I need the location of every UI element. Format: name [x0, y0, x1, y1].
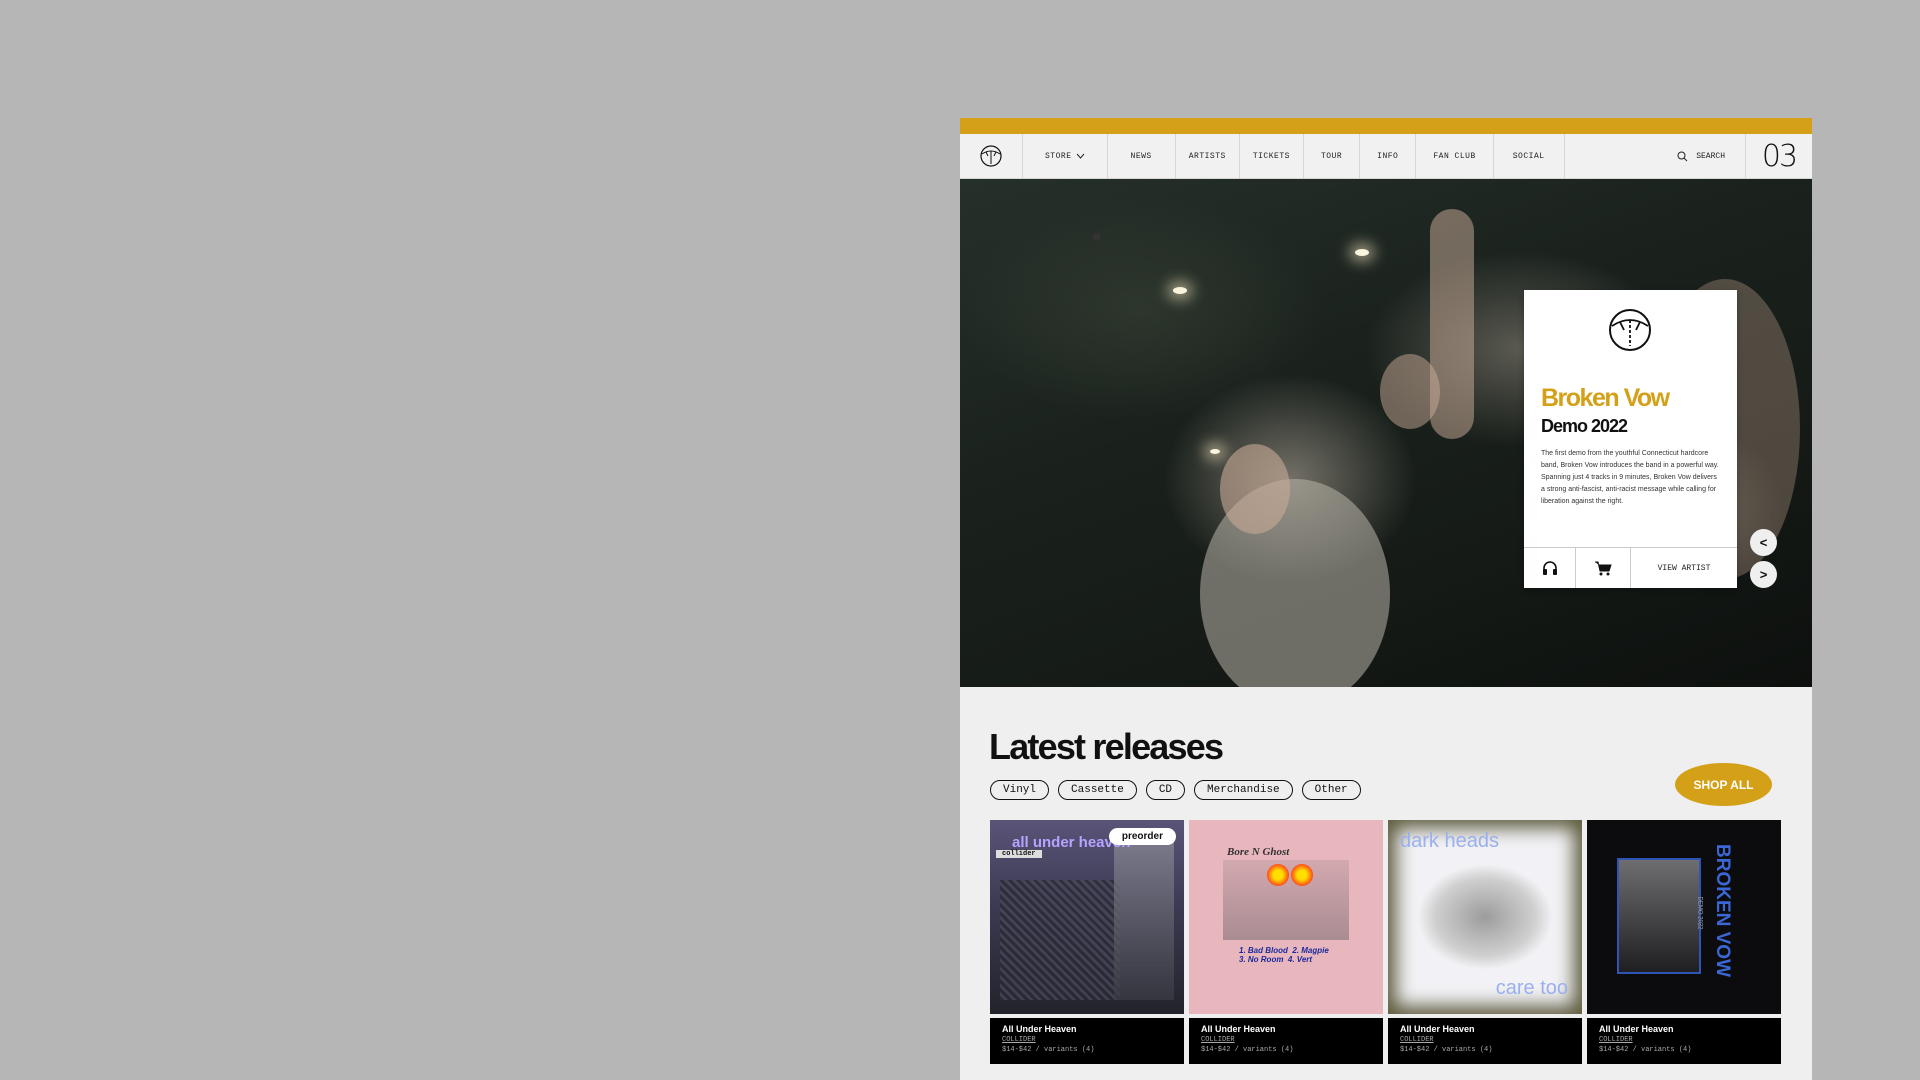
- ceiling-light: [1210, 449, 1220, 454]
- product-info: All Under Heaven COLLIDER $14-$42 / vari…: [990, 1018, 1184, 1064]
- hero-prev-button[interactable]: <: [1750, 529, 1777, 556]
- filter-merchandise[interactable]: Merchandise: [1194, 780, 1293, 800]
- releases-title: Latest releases: [989, 726, 1224, 767]
- product-card[interactable]: Bore N Ghost 1. Bad Blood 2. Magpie 3. N…: [1189, 820, 1383, 1064]
- hero-banner: Broken Vow Demo 2022 The first demo from…: [960, 179, 1812, 687]
- album-cover[interactable]: BROKEN VOW DEMO 2022: [1587, 820, 1781, 1014]
- product-info: All Under Heaven COLLIDER $14-$42 / vari…: [1388, 1018, 1582, 1064]
- product-title: All Under Heaven: [1599, 1024, 1674, 1034]
- product-label[interactable]: COLLIDER: [1201, 1036, 1371, 1044]
- featured-album: Demo 2022: [1541, 416, 1628, 436]
- search-icon: [1677, 151, 1688, 161]
- ceiling-light: [1093, 233, 1101, 241]
- cover-subtitle: collider: [996, 850, 1042, 858]
- page-number: 03: [1745, 134, 1812, 178]
- top-nav: STORE NEWS ARTISTS TICKETS TOUR INFO FAN…: [960, 134, 1812, 179]
- add-to-cart-button[interactable]: [1576, 548, 1631, 588]
- nav-fan-club[interactable]: FAN CLUB: [1416, 134, 1494, 178]
- cover-title: BROKEN VOW: [1712, 844, 1733, 977]
- product-title: All Under Heaven: [1002, 1024, 1077, 1034]
- product-price: $14-$42 / variants (4): [1002, 1046, 1095, 1054]
- store-page: STORE NEWS ARTISTS TICKETS TOUR INFO FAN…: [960, 118, 1812, 1080]
- cover-title: Bore N Ghost: [1227, 846, 1290, 858]
- nav-store-label: STORE: [1045, 151, 1072, 161]
- product-card[interactable]: dark heads care too All Under Heaven COL…: [1388, 820, 1582, 1064]
- product-grid: all under heaven collider preorder All U…: [990, 820, 1781, 1064]
- search-button[interactable]: SEARCH: [1657, 134, 1745, 178]
- product-info: All Under Heaven COLLIDER $14-$42 / vari…: [1587, 1018, 1781, 1064]
- site-logo[interactable]: [960, 134, 1023, 178]
- view-artist-button[interactable]: VIEW ARTIST: [1631, 548, 1737, 588]
- nav-news[interactable]: NEWS: [1108, 134, 1176, 178]
- shop-all-button[interactable]: SHOP ALL: [1675, 763, 1772, 806]
- ceiling-light: [1173, 287, 1187, 294]
- nav-tour[interactable]: TOUR: [1304, 134, 1361, 178]
- album-cover[interactable]: dark heads care too: [1388, 820, 1582, 1014]
- product-label[interactable]: COLLIDER: [1599, 1036, 1769, 1044]
- accent-bar: [960, 118, 1812, 134]
- flame-icon: [1267, 864, 1289, 886]
- product-info: All Under Heaven COLLIDER $14-$42 / vari…: [1189, 1018, 1383, 1064]
- nav-tickets[interactable]: TICKETS: [1240, 134, 1304, 178]
- featured-release-card: Broken Vow Demo 2022 The first demo from…: [1524, 290, 1737, 588]
- filter-vinyl[interactable]: Vinyl: [990, 780, 1050, 800]
- cover-subtitle: DEMO 2022: [1696, 896, 1703, 930]
- album-cover[interactable]: all under heaven collider preorder: [990, 820, 1184, 1014]
- product-price: $14-$42 / variants (4): [1599, 1046, 1692, 1054]
- crowd-figure: [1220, 444, 1290, 534]
- nav-store[interactable]: STORE: [1023, 134, 1108, 178]
- cover-subtitle: care too: [1495, 977, 1568, 999]
- logo-icon: [1609, 309, 1651, 351]
- filter-other[interactable]: Other: [1301, 780, 1361, 800]
- crowd-figure: [1430, 209, 1474, 439]
- product-price: $14-$42 / variants (4): [1201, 1046, 1294, 1054]
- listen-button[interactable]: [1524, 548, 1576, 588]
- product-card[interactable]: all under heaven collider preorder All U…: [990, 820, 1184, 1064]
- featured-description: The first demo from the youthful Connect…: [1541, 450, 1719, 505]
- hero-next-button[interactable]: >: [1750, 561, 1777, 588]
- nav-social[interactable]: SOCIAL: [1494, 134, 1565, 178]
- product-label[interactable]: COLLIDER: [1400, 1036, 1570, 1044]
- featured-artist: Broken Vow: [1541, 384, 1670, 412]
- product-label[interactable]: COLLIDER: [1002, 1036, 1172, 1044]
- product-title: All Under Heaven: [1201, 1024, 1276, 1034]
- preorder-badge: preorder: [1108, 828, 1176, 845]
- product-card[interactable]: BROKEN VOW DEMO 2022 All Under Heaven CO…: [1587, 820, 1781, 1064]
- product-price: $14-$42 / variants (4): [1400, 1046, 1493, 1054]
- cart-icon: [1595, 561, 1612, 575]
- product-title: All Under Heaven: [1400, 1024, 1475, 1034]
- filter-cd[interactable]: CD: [1145, 780, 1186, 800]
- card-actions: VIEW ARTIST: [1524, 547, 1737, 588]
- search-label: SEARCH: [1696, 151, 1725, 161]
- headphones-icon: [1542, 561, 1557, 575]
- filter-cassette[interactable]: Cassette: [1058, 780, 1137, 800]
- cover-tracks: 1. Bad Blood 2. Magpie 3. No Room 4. Ver…: [1239, 946, 1329, 964]
- album-cover[interactable]: Bore N Ghost 1. Bad Blood 2. Magpie 3. N…: [1189, 820, 1383, 1014]
- logo-icon: [980, 145, 1002, 167]
- chevron-down-icon: [1076, 153, 1084, 159]
- flame-icon: [1291, 864, 1313, 886]
- nav-info[interactable]: INFO: [1360, 134, 1417, 178]
- release-filters: Vinyl Cassette CD Merchandise Other: [990, 780, 1361, 800]
- cover-title: dark heads: [1400, 830, 1499, 852]
- nav-artists[interactable]: ARTISTS: [1176, 134, 1240, 178]
- ceiling-light: [1355, 249, 1369, 256]
